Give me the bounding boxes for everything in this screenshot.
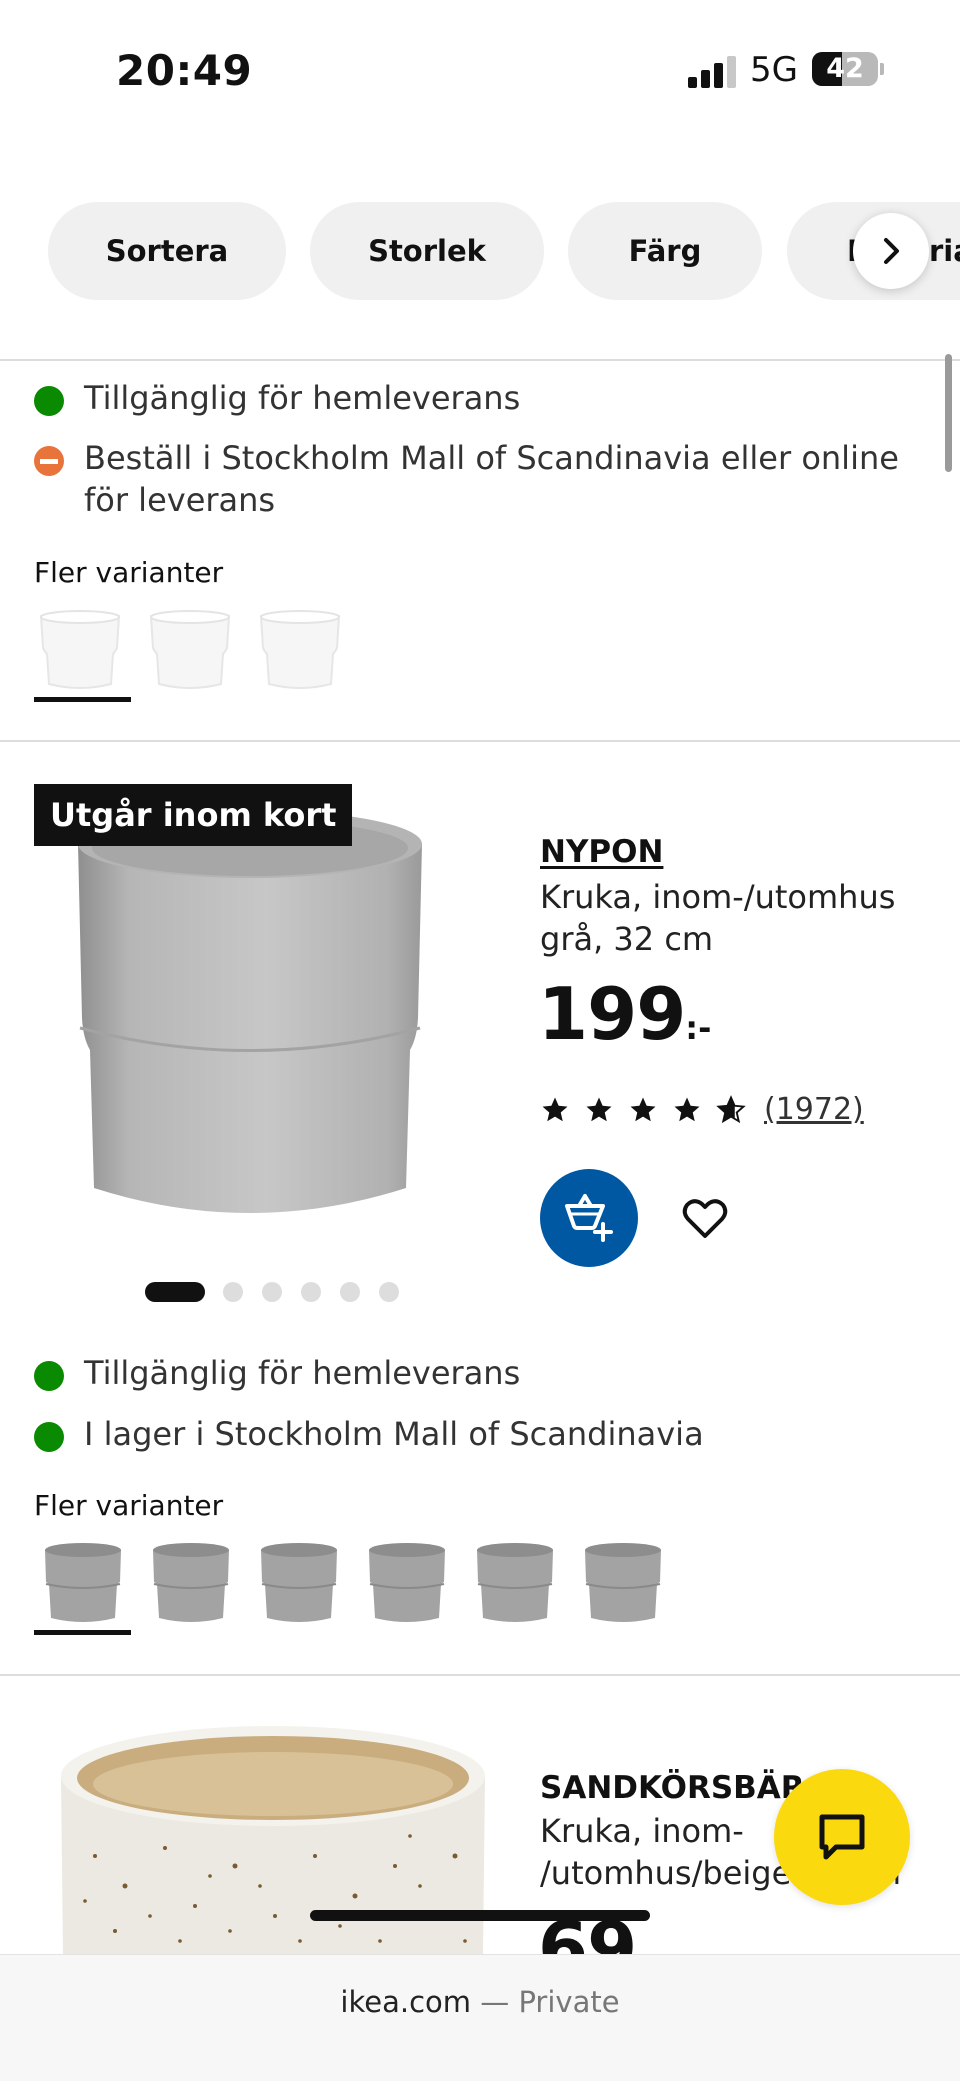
- heart-icon: [682, 1199, 728, 1238]
- home-indicator[interactable]: [310, 1910, 650, 1921]
- address-bar-text[interactable]: ikea.com — Private: [0, 1985, 960, 2019]
- product-description-line2: grå, 32 cm: [540, 920, 714, 958]
- selected-variant-indicator: [34, 1630, 131, 1635]
- status-dot-green-icon: [34, 386, 64, 416]
- filter-color-button[interactable]: Färg: [568, 202, 762, 300]
- filter-color-label: Färg: [628, 234, 702, 268]
- status-bar: 20:49 5G 42: [0, 0, 960, 140]
- network-type: 5G: [750, 50, 798, 90]
- domain-text: ikea.com: [340, 1985, 472, 2019]
- availability-row: Beställ i Stockholm Mall of Scandinavia …: [34, 437, 924, 521]
- discontinued-badge: Utgår inom kort: [34, 784, 353, 846]
- variant-thumbnail-grey-pot[interactable]: [256, 1540, 342, 1626]
- availability-text: I lager i Stockholm Mall of Scandinavia: [84, 1415, 704, 1453]
- star-full-icon: [630, 1097, 656, 1121]
- private-mode-label: — Private: [480, 1985, 620, 2019]
- availability-text: Tillgänglig för hemleverans: [84, 379, 521, 417]
- battery-level: 42: [826, 53, 864, 84]
- divider: [0, 740, 960, 742]
- rating-stars[interactable]: (1972): [540, 1092, 864, 1127]
- scrollbar[interactable]: [945, 354, 952, 472]
- carousel-dot[interactable]: [223, 1282, 243, 1302]
- filter-sort-label: Sortera: [105, 234, 229, 268]
- availability-text: Tillgänglig för hemleverans: [84, 1354, 521, 1392]
- add-to-favorites-button[interactable]: [680, 1194, 730, 1244]
- product-name-link[interactable]: SANDKÖRSBÄR: [540, 1770, 805, 1806]
- filter-bar: Sortera Storlek Färg Material: [0, 202, 960, 300]
- clock: 20:49: [116, 46, 253, 95]
- status-dot-green-icon: [34, 1361, 64, 1391]
- divider: [0, 1674, 960, 1676]
- add-to-cart-button[interactable]: [540, 1169, 638, 1267]
- cart-add-icon: [565, 1194, 613, 1242]
- status-dot-orange-icon: [34, 446, 64, 476]
- product-name-link[interactable]: NYPON: [540, 834, 663, 870]
- variants-label: Fler varianter: [34, 556, 224, 589]
- availability-row: I lager i Stockholm Mall of Scandinavia: [34, 1413, 924, 1455]
- status-dot-green-icon: [34, 1422, 64, 1452]
- variant-thumbnail-grey-pot[interactable]: [148, 1540, 234, 1626]
- chevron-right-icon: [884, 238, 899, 264]
- availability-text: Beställ i Stockholm Mall of Scandinavia …: [84, 439, 899, 519]
- availability-row: Tillgänglig för hemleverans: [34, 1352, 924, 1394]
- divider: [0, 359, 960, 361]
- product-description-line1: Kruka, inom-/utomhus: [540, 878, 896, 916]
- filter-size-label: Storlek: [368, 234, 486, 268]
- review-count-link[interactable]: (1972): [764, 1092, 864, 1127]
- variant-thumbnail-grey-pot[interactable]: [472, 1540, 558, 1626]
- price-value: 199: [538, 972, 686, 1056]
- selected-variant-indicator: [34, 697, 131, 702]
- cellular-signal-icon: [688, 56, 738, 88]
- variant-thumbnail-grey-pot[interactable]: [364, 1540, 450, 1626]
- chat-bubble-icon: [819, 1814, 865, 1860]
- image-carousel-indicator[interactable]: [145, 1282, 418, 1302]
- battery-tip: [880, 63, 884, 75]
- product-image-nypon[interactable]: [60, 788, 500, 1258]
- variant-thumbnail-grey-pot[interactable]: [580, 1540, 666, 1626]
- carousel-dot[interactable]: [262, 1282, 282, 1302]
- battery-icon: 42: [812, 52, 878, 86]
- availability-row: Tillgänglig för hemleverans: [34, 377, 924, 419]
- product-price: 199:-: [538, 972, 711, 1056]
- variant-thumbnail-white-pot[interactable]: [37, 608, 123, 694]
- variant-thumbnail-grey-pot[interactable]: [40, 1540, 126, 1626]
- carousel-dot[interactable]: [301, 1282, 321, 1302]
- star-full-icon: [542, 1097, 568, 1121]
- star-half-icon: [716, 1094, 746, 1123]
- browser-address-bar[interactable]: ikea.com — Private: [0, 1954, 960, 2081]
- variant-thumbnail-white-pot[interactable]: [257, 608, 343, 694]
- price-suffix: :-: [685, 1009, 712, 1047]
- variant-thumbnail-white-pot[interactable]: [147, 608, 233, 694]
- carousel-dot-active[interactable]: [145, 1282, 205, 1302]
- star-full-icon: [674, 1097, 700, 1121]
- star-full-icon: [586, 1097, 612, 1121]
- chat-button[interactable]: [774, 1769, 910, 1905]
- carousel-dot[interactable]: [379, 1282, 399, 1302]
- filter-sort-button[interactable]: Sortera: [48, 202, 286, 300]
- carousel-dot[interactable]: [340, 1282, 360, 1302]
- filter-scroll-right-button[interactable]: [853, 213, 929, 289]
- variants-label: Fler varianter: [34, 1489, 224, 1522]
- filter-size-button[interactable]: Storlek: [310, 202, 544, 300]
